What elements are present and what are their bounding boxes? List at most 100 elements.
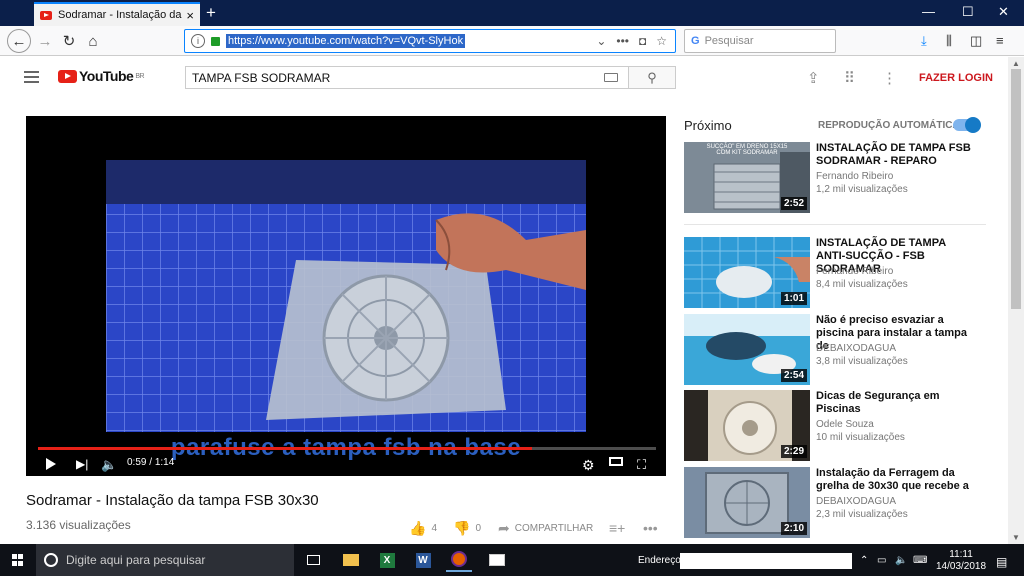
network-icon[interactable]: ▭: [877, 555, 886, 566]
like-button[interactable]: 👍 4: [409, 520, 437, 537]
logo-text: YouTube: [79, 68, 134, 84]
browser-search-input[interactable]: G Pesquisar: [684, 29, 836, 53]
channel-name[interactable]: DEBAIXODAGUA: [816, 496, 896, 507]
play-button[interactable]: [46, 458, 56, 470]
fullscreen-icon: ⛶: [637, 457, 647, 472]
video-duration: 2:52: [780, 197, 807, 210]
video-scene-image: [106, 204, 586, 432]
system-clock[interactable]: 11:11 14/03/2018: [936, 549, 986, 573]
excel-icon[interactable]: X: [374, 548, 400, 572]
video-frame[interactable]: [106, 160, 586, 432]
lock-icon: [211, 36, 220, 46]
autoplay-toggle[interactable]: [953, 117, 981, 133]
next-button[interactable]: ▶|: [76, 457, 88, 471]
home-button[interactable]: ⌂: [81, 29, 105, 53]
pocket-icon[interactable]: ◘: [639, 34, 646, 48]
video-thumbnail[interactable]: SUCÇÃO" EM DRENO 15X15 COM KIT SODRAMAR …: [684, 142, 810, 213]
keyboard-tray-icon[interactable]: ⌨: [913, 555, 927, 566]
firefox-icon[interactable]: [446, 548, 472, 572]
windows-start-icon[interactable]: [12, 554, 24, 566]
photos-icon[interactable]: [484, 548, 510, 572]
youtube-search-input[interactable]: TAMPA FSB SODRAMAR: [185, 66, 629, 89]
video-thumbnail[interactable]: 2:29: [684, 390, 810, 461]
notifications-icon[interactable]: ▤: [996, 555, 1007, 569]
arrow-left-icon: ←: [11, 32, 27, 50]
fullscreen-button[interactable]: ⛶: [637, 457, 646, 473]
keyboard-icon[interactable]: [604, 73, 618, 82]
chevron-up-icon[interactable]: ⌃: [860, 555, 868, 566]
dislike-button[interactable]: 👎 0: [453, 520, 481, 537]
maximize-button[interactable]: ☐: [962, 4, 974, 20]
tab-close-icon[interactable]: ×: [186, 8, 194, 23]
reload-button[interactable]: ↻: [57, 29, 81, 53]
video-views: 3.136 visualizações: [26, 518, 131, 532]
volume-icon: 🔈: [101, 457, 118, 472]
share-button[interactable]: ➦ COMPARTILHAR: [498, 520, 593, 537]
video-thumbnail[interactable]: 2:54: [684, 314, 810, 385]
word-icon[interactable]: W: [410, 548, 436, 572]
download-icon[interactable]: ⤓: [921, 33, 927, 49]
browser-tab[interactable]: Sodramar - Instalação da tampa ×: [34, 2, 200, 26]
taskbar-search-input[interactable]: Digite aqui para pesquisar: [36, 544, 294, 576]
channel-name[interactable]: Odele Souza: [816, 419, 874, 430]
video-duration: 2:29: [780, 445, 807, 458]
channel-name[interactable]: Fernando Ribeiro: [816, 266, 893, 277]
url-bar[interactable]: i https://www.youtube.com/watch?v=VQvt-S…: [184, 29, 676, 53]
video-title: Sodramar - Instalação da tampa FSB 30x30: [26, 492, 319, 509]
url-text[interactable]: https://www.youtube.com/watch?v=VQvt-Sly…: [226, 34, 466, 48]
view-count: 1,2 mil visualizações: [816, 184, 908, 195]
clock-date: 14/03/2018: [936, 561, 987, 572]
info-icon[interactable]: i: [191, 34, 205, 48]
youtube-logo[interactable]: YouTube BR: [58, 68, 145, 84]
more-actions-button[interactable]: •••: [643, 520, 658, 536]
sidebar-icon[interactable]: ◫: [970, 33, 982, 49]
recommended-video[interactable]: SUCÇÃO" EM DRENO 15X15 COM KIT SODRAMAR …: [684, 142, 994, 214]
page-scrollbar[interactable]: ▲ ▼: [1008, 57, 1024, 544]
scroll-down-icon[interactable]: ▼: [1012, 533, 1020, 542]
video-thumbnail[interactable]: 1:01: [684, 237, 810, 308]
settings-button[interactable]: ⚙: [582, 457, 595, 474]
recommended-title[interactable]: Instalação da Ferragem da grelha de 30x3…: [816, 467, 976, 493]
file-explorer-icon[interactable]: [338, 548, 364, 572]
recommended-video[interactable]: 2:29 Dicas de Segurança em Piscinas Odel…: [684, 390, 994, 462]
scrollbar-thumb[interactable]: [1011, 69, 1021, 309]
youtube-search-button[interactable]: ⚲: [628, 66, 676, 89]
volume-tray-icon[interactable]: 🔈: [895, 555, 907, 566]
scroll-up-icon[interactable]: ▲: [1012, 59, 1020, 68]
close-window-button[interactable]: ✕: [998, 4, 1009, 20]
theater-mode-button[interactable]: [609, 457, 623, 466]
task-view-icon[interactable]: [300, 548, 326, 572]
hamburger-menu-icon[interactable]: [24, 71, 39, 86]
more-vertical-icon[interactable]: ⋮: [882, 69, 897, 87]
recommended-video[interactable]: 2:10 Instalação da Ferragem da grelha de…: [684, 467, 994, 539]
reload-icon: ↻: [62, 33, 76, 50]
youtube-header: YouTube BR TAMPA FSB SODRAMAR ⚲ ⇪ ⠿ ⋮ FA…: [0, 57, 1024, 99]
chevron-down-icon[interactable]: ⌄: [596, 34, 606, 48]
minimize-button[interactable]: —: [922, 4, 935, 19]
library-icon[interactable]: ⫼: [946, 33, 952, 49]
upload-icon[interactable]: ⇪: [807, 69, 820, 87]
channel-name[interactable]: DEBAIXODAGUA: [816, 343, 896, 354]
channel-name[interactable]: Fernando Ribeiro: [816, 171, 893, 182]
volume-button[interactable]: 🔈: [101, 457, 117, 473]
video-thumbnail[interactable]: 2:10: [684, 467, 810, 538]
progress-bar[interactable]: [38, 447, 656, 450]
video-duration: 1:01: [780, 292, 807, 305]
forward-button[interactable]: →: [33, 29, 57, 53]
video-player[interactable]: parafuse a tampa fsb na base ▶| 🔈 0:59 /…: [26, 116, 666, 476]
add-to-playlist-button[interactable]: ≡+: [609, 520, 625, 536]
youtube-favicon-icon: [40, 10, 52, 20]
address-input[interactable]: [680, 553, 852, 569]
apps-grid-icon[interactable]: ⠿: [844, 69, 855, 87]
login-button[interactable]: FAZER LOGIN: [919, 72, 993, 84]
back-button[interactable]: ←: [7, 29, 31, 53]
new-tab-button[interactable]: +: [206, 3, 216, 23]
recommended-video[interactable]: 2:54 Não é preciso esvaziar a piscina pa…: [684, 314, 994, 386]
recommended-title[interactable]: Dicas de Segurança em Piscinas: [816, 390, 976, 416]
recommended-video[interactable]: 1:01 INSTALAÇÃO DE TAMPA ANTI-SUCÇÃO - F…: [684, 237, 994, 309]
more-icon[interactable]: •••: [616, 34, 629, 48]
bookmark-star-icon[interactable]: ☆: [656, 34, 667, 48]
dislike-count: 0: [475, 523, 481, 534]
menu-icon[interactable]: ≡: [996, 33, 1004, 48]
recommended-title[interactable]: INSTALAÇÃO DE TAMPA FSB SODRAMAR - REPAR…: [816, 142, 976, 168]
